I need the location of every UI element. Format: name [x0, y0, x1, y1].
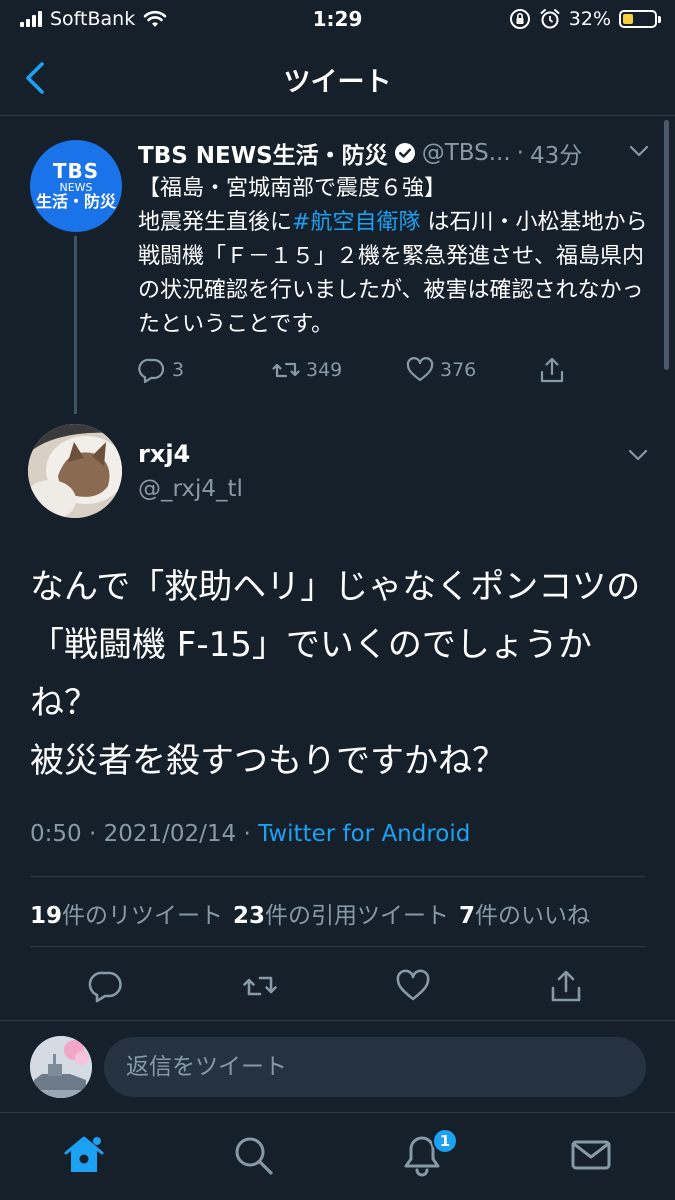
source-app-link[interactable]: Twitter for Android: [258, 821, 470, 847]
tab-bar: [0, 1112, 675, 1200]
like-action[interactable]: 376: [406, 356, 476, 384]
separator-dot: ·: [88, 821, 97, 847]
scrollbar[interactable]: [664, 120, 669, 370]
author-handle[interactable]: @_rxj4_tl: [138, 476, 243, 502]
chevron-down-icon[interactable]: [626, 444, 650, 466]
separator-dot: ·: [243, 821, 251, 847]
share-icon[interactable]: [548, 968, 584, 1004]
retweet-icon: [272, 362, 300, 378]
thread-line: [74, 236, 77, 414]
retweet-icon[interactable]: [242, 968, 278, 1004]
reply-action[interactable]: 3: [138, 356, 184, 384]
cat-photo: [28, 424, 122, 518]
retweets-number: 19: [30, 903, 63, 929]
header: ツイート: [0, 40, 675, 116]
chevron-down-icon[interactable]: [628, 140, 650, 162]
author-name[interactable]: rxj4: [138, 440, 190, 468]
status-bar: SoftBank 1:29 32%: [0, 0, 675, 40]
home-icon[interactable]: [62, 1133, 106, 1177]
battery-level: [623, 14, 633, 24]
avatar-text-line: TBS: [52, 159, 100, 184]
quoted-author-handle: @TBS...: [421, 140, 511, 166]
quoted-tweet-time: 43分: [529, 143, 583, 169]
retweets-label: 件のリツイート: [62, 903, 224, 929]
quoted-text: 地震発生直後に: [138, 210, 293, 235]
share-action[interactable]: [538, 356, 566, 384]
quotes-stat[interactable]: 23件の引用ツイート: [233, 896, 449, 930]
quotes-number: 23: [233, 903, 266, 929]
quoted-tweet-actions: 3 349 376: [138, 356, 578, 386]
battery-percent: 32%: [568, 8, 611, 30]
quoted-tweet-text: 【福島・宮城南部で震度６強】 地震発生直後に#航空自衛隊 は石川・小松基地から戦…: [138, 172, 658, 342]
hashtag-link[interactable]: #航空自衛隊: [292, 210, 420, 235]
alarm-icon: [540, 9, 560, 29]
my-avatar[interactable]: [30, 1036, 92, 1098]
retweet-action[interactable]: 349: [272, 356, 342, 384]
status-right: 32%: [509, 8, 661, 30]
heart-icon: [406, 357, 434, 382]
reply-input[interactable]: [104, 1037, 646, 1097]
tweet-time: 0:50: [30, 821, 82, 847]
mail-icon[interactable]: [569, 1133, 613, 1177]
reply-count: 3: [172, 359, 185, 381]
likes-label: 件のいいね: [475, 903, 591, 929]
page-title: ツイート: [283, 67, 392, 98]
quoted-text-line: 【福島・宮城南部で震度６強】: [138, 176, 447, 201]
reply-icon[interactable]: [88, 968, 124, 1004]
rotation-lock-icon: [509, 9, 530, 29]
share-icon: [540, 357, 564, 383]
avatar-image: [30, 1036, 92, 1098]
battery-icon: [619, 10, 661, 28]
notification-badge: 1: [432, 1128, 458, 1154]
verified-badge-icon: [394, 143, 415, 163]
quotes-label: 件の引用ツイート: [265, 903, 450, 929]
retweets-stat[interactable]: 19件のリツイート: [30, 896, 223, 930]
tweet-date: 2021/02/14: [103, 821, 237, 847]
tweet-text: なんで「救助ヘリ」じゃなくポンコツの「戦闘機 F-15」でいくのでしょうかね？ …: [30, 567, 641, 781]
like-count: 376: [440, 359, 477, 381]
avatar[interactable]: [28, 424, 122, 518]
retweet-count: 349: [306, 359, 343, 381]
engagement-stats: 19件のリツイート 23件の引用ツイート 7件のいいね: [30, 896, 590, 930]
reply-icon: [138, 358, 165, 384]
tbs-avatar[interactable]: TBS NEWS 生活・防災: [30, 140, 122, 232]
heart-icon[interactable]: [395, 968, 431, 1004]
divider: [0, 1020, 675, 1021]
search-icon[interactable]: [231, 1133, 275, 1177]
divider: [30, 946, 645, 947]
separator-dot: ·: [516, 140, 524, 166]
divider: [30, 876, 645, 877]
likes-stat[interactable]: 7件のいいね: [459, 896, 590, 930]
quoted-author-name[interactable]: TBS NEWS生活・防災: [138, 136, 388, 170]
likes-number: 7: [459, 903, 476, 929]
tweet-metadata: 0:50 · 2021/02/14 · Twitter for Android: [30, 821, 470, 847]
quoted-tweet-header: TBS NEWS生活・防災 @TBS... · 43分: [138, 136, 582, 170]
avatar-text-line: 生活・防災: [35, 191, 116, 211]
